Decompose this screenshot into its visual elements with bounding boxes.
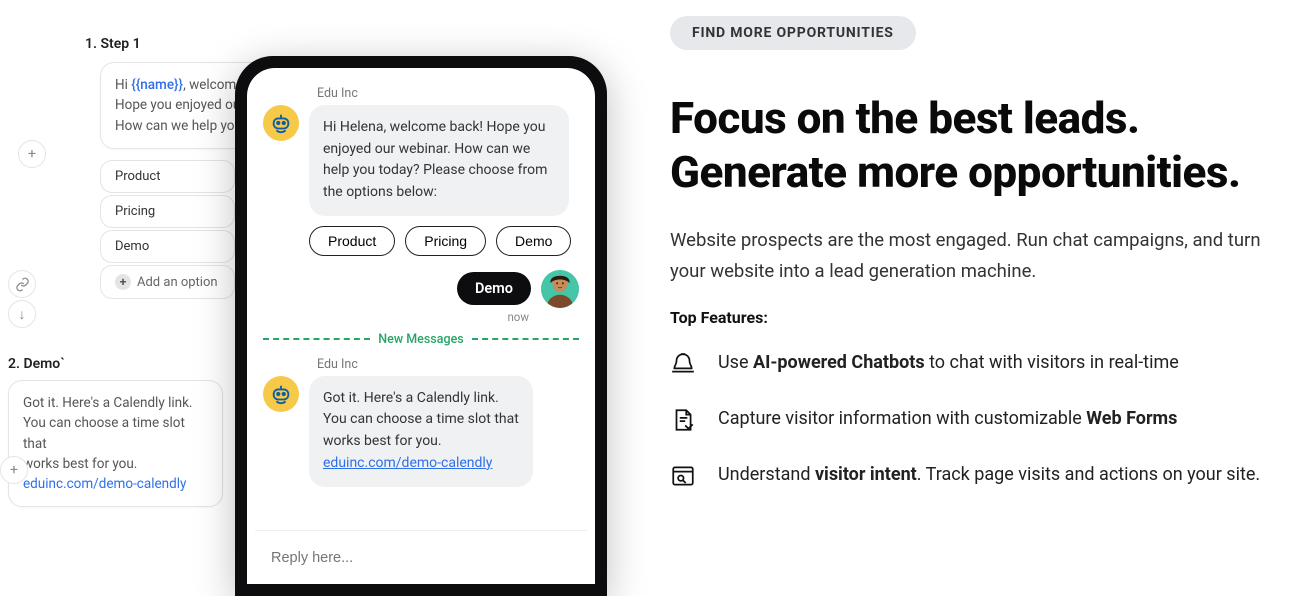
bot-message-2: Got it. Here's a Calendly link. You can … <box>309 376 533 487</box>
step1-name-placeholder: {{name}} <box>131 77 183 93</box>
f3-pre: Understand <box>718 464 815 485</box>
step1-text-line3: How can we help you... <box>115 118 253 134</box>
add-option-button[interactable]: + Add an option <box>100 265 235 299</box>
chip-pricing[interactable]: Pricing <box>405 226 486 256</box>
arrow-down-icon[interactable]: ↓ <box>8 300 36 328</box>
step2-l1: Got it. Here's a Calendly link. <box>23 395 193 411</box>
bell-icon <box>670 351 696 377</box>
f2-bold: Web Forms <box>1086 408 1177 429</box>
step2-calendly-link[interactable]: eduinc.com/demo-calendly <box>23 476 186 492</box>
option-demo[interactable]: Demo <box>100 230 235 263</box>
timestamp-now: now <box>263 310 529 324</box>
bot2-l1: Got it. Here's a Calendly link. <box>323 390 499 406</box>
bot-message-1: Hi Helena, welcome back! Hope you enjoye… <box>309 105 569 216</box>
features-list: Use AI-powered Chatbots to chat with vis… <box>670 349 1290 489</box>
f1-bold: AI-powered Chatbots <box>753 352 925 373</box>
f2-pre: Capture visitor information with customi… <box>718 408 1086 429</box>
user-reply-row: Demo <box>263 270 579 308</box>
f3-post: . Track page visits and actions on your … <box>917 464 1260 485</box>
bot-message-1-row: Hi Helena, welcome back! Hope you enjoye… <box>263 105 579 216</box>
calendly-link[interactable]: eduinc.com/demo-calendly <box>323 455 492 471</box>
add-connector-icon-2[interactable]: + <box>0 456 28 484</box>
bot-avatar-icon-2 <box>263 376 299 412</box>
link-icon[interactable] <box>8 270 36 298</box>
add-connector-icon[interactable]: + <box>18 140 46 168</box>
chat-phone-mockup: Edu Inc Hi Helena, welcome back! Hope yo… <box>235 56 607 596</box>
plus-icon: + <box>115 274 131 290</box>
new-messages-label: New Messages <box>378 332 463 347</box>
bot-message-2-row: Got it. Here's a Calendly link. You can … <box>263 376 579 487</box>
feature-webforms: Capture visitor information with customi… <box>670 405 1290 433</box>
chip-demo[interactable]: Demo <box>496 226 571 256</box>
headline-line2: Generate more opportunities. <box>670 146 1241 198</box>
page-subtext: Website prospects are the most engaged. … <box>670 225 1290 286</box>
f3-bold: visitor intent <box>815 464 917 485</box>
step2-l3: works best for you. <box>23 456 137 472</box>
reply-input[interactable] <box>271 550 571 566</box>
chip-product[interactable]: Product <box>309 226 395 256</box>
bot-avatar-icon <box>263 105 299 141</box>
option-pricing[interactable]: Pricing <box>100 195 235 228</box>
step2-heading: 2. Demo` <box>8 356 65 372</box>
option-product-label: Product <box>115 169 160 184</box>
marketing-panel: FIND MORE OPPORTUNITIES Focus on the bes… <box>670 16 1290 489</box>
page-headline: Focus on the best leads. Generate more o… <box>670 92 1290 199</box>
quick-reply-row: Product Pricing Demo <box>309 226 579 256</box>
reply-input-area[interactable] <box>255 530 587 584</box>
top-features-heading: Top Features: <box>670 308 1290 327</box>
sender-name-1: Edu Inc <box>317 86 579 101</box>
option-product[interactable]: Product <box>100 160 235 193</box>
bot2-l3: works best for you. <box>323 433 442 449</box>
step1-heading: 1. Step 1 <box>85 36 141 52</box>
f1-post: to chat with visitors in real-time <box>925 352 1179 373</box>
step1-text-pre: Hi <box>115 77 131 93</box>
step2-message-card[interactable]: Got it. Here's a Calendly link. You can … <box>8 380 223 507</box>
new-messages-divider: New Messages <box>263 332 579 347</box>
headline-line1: Focus on the best leads. <box>670 92 1140 144</box>
sender-name-2: Edu Inc <box>317 357 579 372</box>
user-avatar <box>541 270 579 308</box>
section-badge: FIND MORE OPPORTUNITIES <box>670 16 916 50</box>
feature-visitor-intent: Understand visitor intent. Track page vi… <box>670 461 1290 489</box>
add-option-label: Add an option <box>137 275 218 290</box>
feature-chatbots: Use AI-powered Chatbots to chat with vis… <box>670 349 1290 377</box>
f1-pre: Use <box>718 352 753 373</box>
form-icon <box>670 407 696 433</box>
user-reply-bubble: Demo <box>457 272 531 305</box>
option-demo-label: Demo <box>115 239 149 254</box>
browser-search-icon <box>670 463 696 489</box>
chat-window: Edu Inc Hi Helena, welcome back! Hope yo… <box>247 68 595 584</box>
bot2-l2: You can choose a time slot that <box>323 411 519 427</box>
step2-l2: You can choose a time slot that <box>23 415 185 451</box>
option-pricing-label: Pricing <box>115 204 155 219</box>
